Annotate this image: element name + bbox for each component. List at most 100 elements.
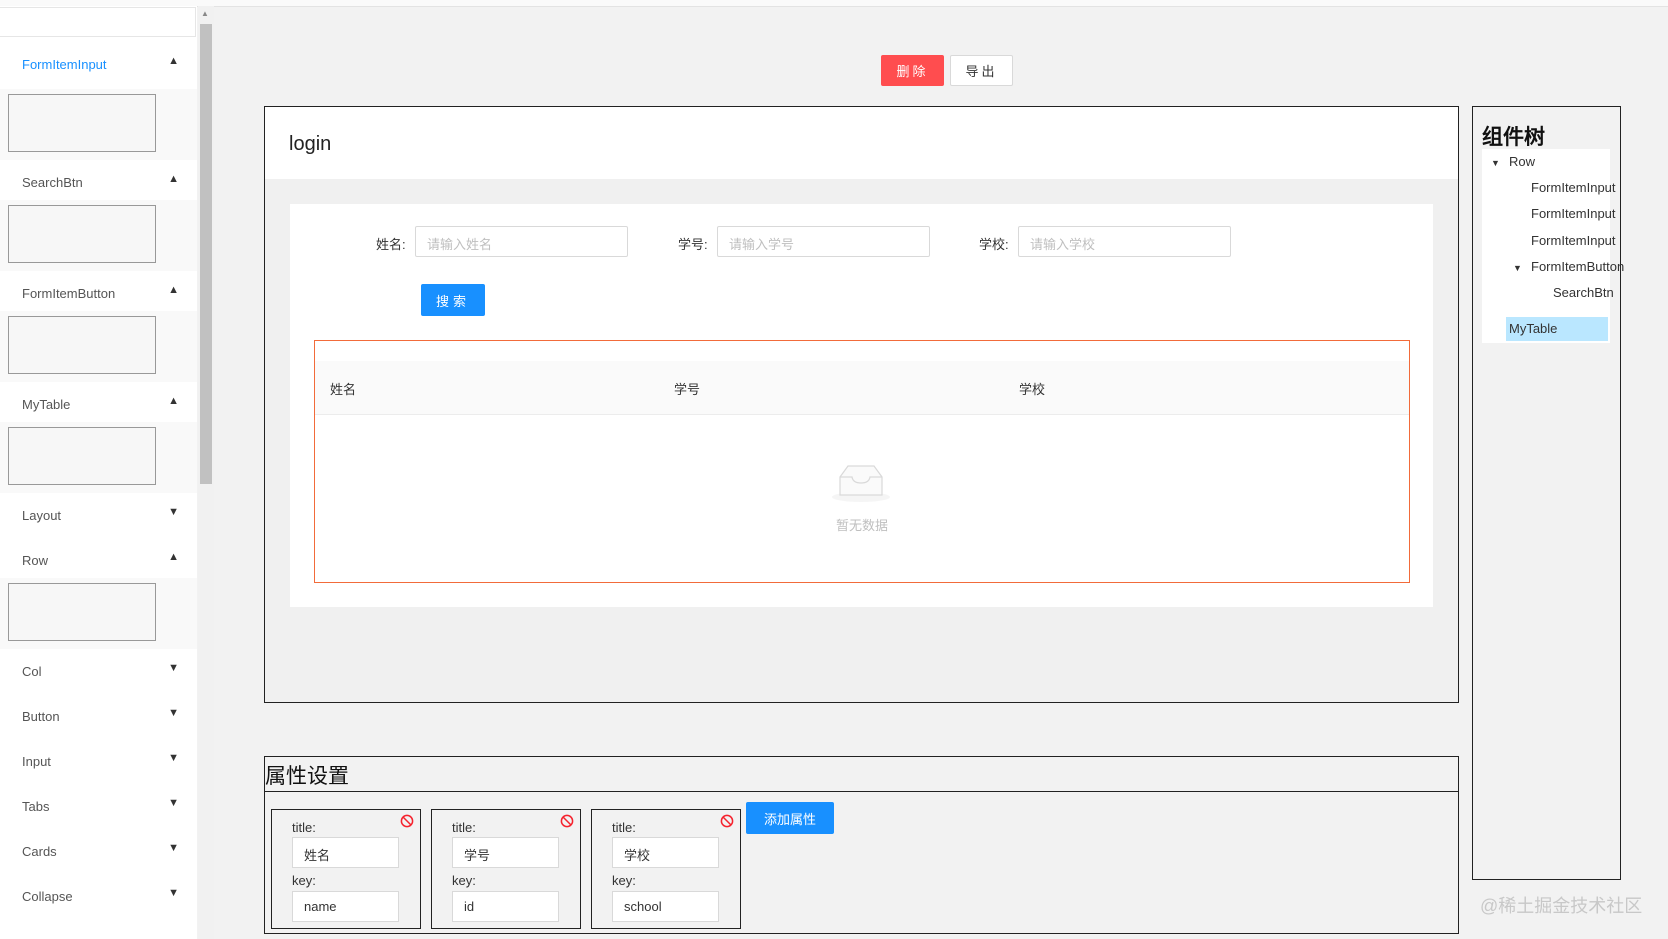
top-bar <box>0 0 1668 7</box>
component-preview[interactable] <box>8 427 156 485</box>
canvas-header: login <box>265 107 1458 179</box>
component-preview[interactable] <box>8 583 156 641</box>
student-id-input[interactable]: 请输入学号 <box>717 226 930 257</box>
key-label: key: <box>292 873 316 888</box>
property-settings-panel: 属性设置 title: 姓名 key: name title: 学号 key: … <box>264 756 1459 934</box>
sidebar-search-input[interactable] <box>0 7 196 37</box>
sidebar-item-label: Col <box>22 664 42 679</box>
sidebar-item-tabs[interactable]: Tabs ▼ <box>0 784 197 829</box>
data-table[interactable]: 姓名 学号 学校 暂无数据 <box>314 340 1410 583</box>
sidebar-item-button[interactable]: Button ▼ <box>0 694 197 739</box>
sidebar-item-label: FormItemButton <box>22 286 116 301</box>
chevron-up-icon: ▲ <box>168 395 179 407</box>
component-sidebar: FormItemInput ▲ SearchBtn ▲ FormItemButt… <box>0 6 197 939</box>
sidebar-item-layout[interactable]: Layout ▼ <box>0 493 197 538</box>
chevron-down-icon: ▼ <box>168 662 179 674</box>
key-label: key: <box>612 873 636 888</box>
column-header-school: 学校 <box>1019 382 1046 397</box>
sidebar-item-label: MyTable <box>22 397 71 412</box>
caret-down-icon[interactable]: ▼ <box>1513 263 1522 273</box>
delete-button[interactable]: 删除 <box>881 55 944 86</box>
tree-node-formiteminput[interactable]: FormItemInput <box>1531 206 1616 221</box>
property-card: title: 姓名 key: name <box>271 809 421 929</box>
ban-icon[interactable] <box>560 814 574 828</box>
column-header-name: 姓名 <box>330 382 357 397</box>
caret-down-icon[interactable]: ▼ <box>1491 158 1500 168</box>
sidebar-item-formitembutton[interactable]: FormItemButton ▲ <box>0 271 197 311</box>
name-input[interactable]: 请输入姓名 <box>415 226 628 257</box>
scroll-up-arrow-icon[interactable]: ▲ <box>201 9 209 18</box>
tree-node-row[interactable]: Row <box>1509 154 1535 169</box>
sidebar-item-formiteminput[interactable]: FormItemInput ▲ <box>0 42 197 89</box>
component-preview[interactable] <box>8 94 156 152</box>
title-label: title: <box>292 820 316 835</box>
title-label: title: <box>612 820 636 835</box>
sidebar-panel <box>0 89 197 160</box>
sidebar-panel <box>0 200 197 271</box>
title-label: title: <box>452 820 476 835</box>
sidebar-item-row[interactable]: Row ▲ <box>0 538 197 578</box>
chevron-down-icon: ▼ <box>168 842 179 854</box>
tree-title: 组件树 <box>1482 126 1545 149</box>
component-tree: ▼ Row FormItemInput FormItemInput FormIt… <box>1482 149 1624 343</box>
export-button[interactable]: 导出 <box>950 55 1013 86</box>
sidebar-list: FormItemInput ▲ SearchBtn ▲ FormItemButt… <box>0 42 197 919</box>
chevron-up-icon: ▲ <box>168 55 179 67</box>
watermark-text: @稀土掘金技术社区 <box>1480 896 1643 916</box>
component-preview[interactable] <box>8 316 156 374</box>
sidebar-item-col[interactable]: Col ▼ <box>0 649 197 694</box>
search-button[interactable]: 搜索 <box>421 284 485 316</box>
title-input[interactable]: 姓名 <box>292 837 399 868</box>
tree-node-formiteminput[interactable]: FormItemInput <box>1531 180 1616 195</box>
title-input[interactable]: 学号 <box>452 837 559 868</box>
column-header-student-id: 学号 <box>674 382 701 397</box>
tree-node-formitembutton[interactable]: FormItemButton <box>1531 259 1624 274</box>
add-property-button[interactable]: 添加属性 <box>746 802 834 834</box>
key-input[interactable]: id <box>452 891 559 922</box>
name-field-label: 姓名: <box>376 237 406 252</box>
sidebar-item-label: Cards <box>22 844 57 859</box>
tree-node-mytable[interactable]: MyTable <box>1509 321 1557 336</box>
ban-icon[interactable] <box>720 814 734 828</box>
empty-state-text: 暂无数据 <box>835 518 888 533</box>
sidebar-item-label: Input <box>22 754 51 769</box>
sidebar-panel <box>0 311 197 382</box>
design-canvas[interactable]: login 姓名: 请输入姓名 学号: 请输入学号 学校: 请输入学校 搜索 姓… <box>264 106 1459 703</box>
divider <box>265 791 1458 792</box>
chevron-up-icon: ▲ <box>168 551 179 563</box>
tree-node-formiteminput[interactable]: FormItemInput <box>1531 233 1616 248</box>
sidebar-item-label: SearchBtn <box>22 175 83 190</box>
ban-icon[interactable] <box>400 814 414 828</box>
key-input[interactable]: name <box>292 891 399 922</box>
property-card: title: 学号 key: id <box>431 809 581 929</box>
chevron-down-icon: ▼ <box>168 752 179 764</box>
school-input[interactable]: 请输入学校 <box>1018 226 1231 257</box>
key-label: key: <box>452 873 476 888</box>
scrollbar-thumb[interactable] <box>200 24 212 484</box>
tree-node-searchbtn[interactable]: SearchBtn <box>1553 285 1614 300</box>
sidebar-item-label: Collapse <box>22 889 73 904</box>
chevron-up-icon: ▲ <box>168 173 179 185</box>
title-input[interactable]: 学校 <box>612 837 719 868</box>
sidebar-panel <box>0 422 197 493</box>
component-tree-panel: 组件树 ▼ Row FormItemInput FormItemInput Fo… <box>1472 106 1624 880</box>
school-field-label: 学校: <box>979 237 1009 252</box>
sidebar-item-label: Row <box>22 553 49 568</box>
chevron-down-icon: ▼ <box>168 707 179 719</box>
sidebar-item-collapse[interactable]: Collapse ▼ <box>0 874 197 919</box>
key-input[interactable]: school <box>612 891 719 922</box>
chevron-down-icon: ▼ <box>168 887 179 899</box>
sidebar-item-cards[interactable]: Cards ▼ <box>0 829 197 874</box>
component-preview[interactable] <box>8 205 156 263</box>
sidebar-item-label: FormItemInput <box>22 57 107 72</box>
table-header: 姓名 学号 学校 <box>315 361 1409 415</box>
sidebar-item-input[interactable]: Input ▼ <box>0 739 197 784</box>
page-title: login <box>289 133 332 155</box>
sidebar-item-mytable[interactable]: MyTable ▲ <box>0 382 197 422</box>
property-card: title: 学校 key: school <box>591 809 741 929</box>
sidebar-item-searchbtn[interactable]: SearchBtn ▲ <box>0 160 197 200</box>
sidebar-item-label: Layout <box>22 508 62 523</box>
sidebar-item-label: Tabs <box>22 799 50 814</box>
chevron-down-icon: ▼ <box>168 797 179 809</box>
search-form-card: 姓名: 请输入姓名 学号: 请输入学号 学校: 请输入学校 搜索 姓名 学号 学… <box>290 204 1433 607</box>
